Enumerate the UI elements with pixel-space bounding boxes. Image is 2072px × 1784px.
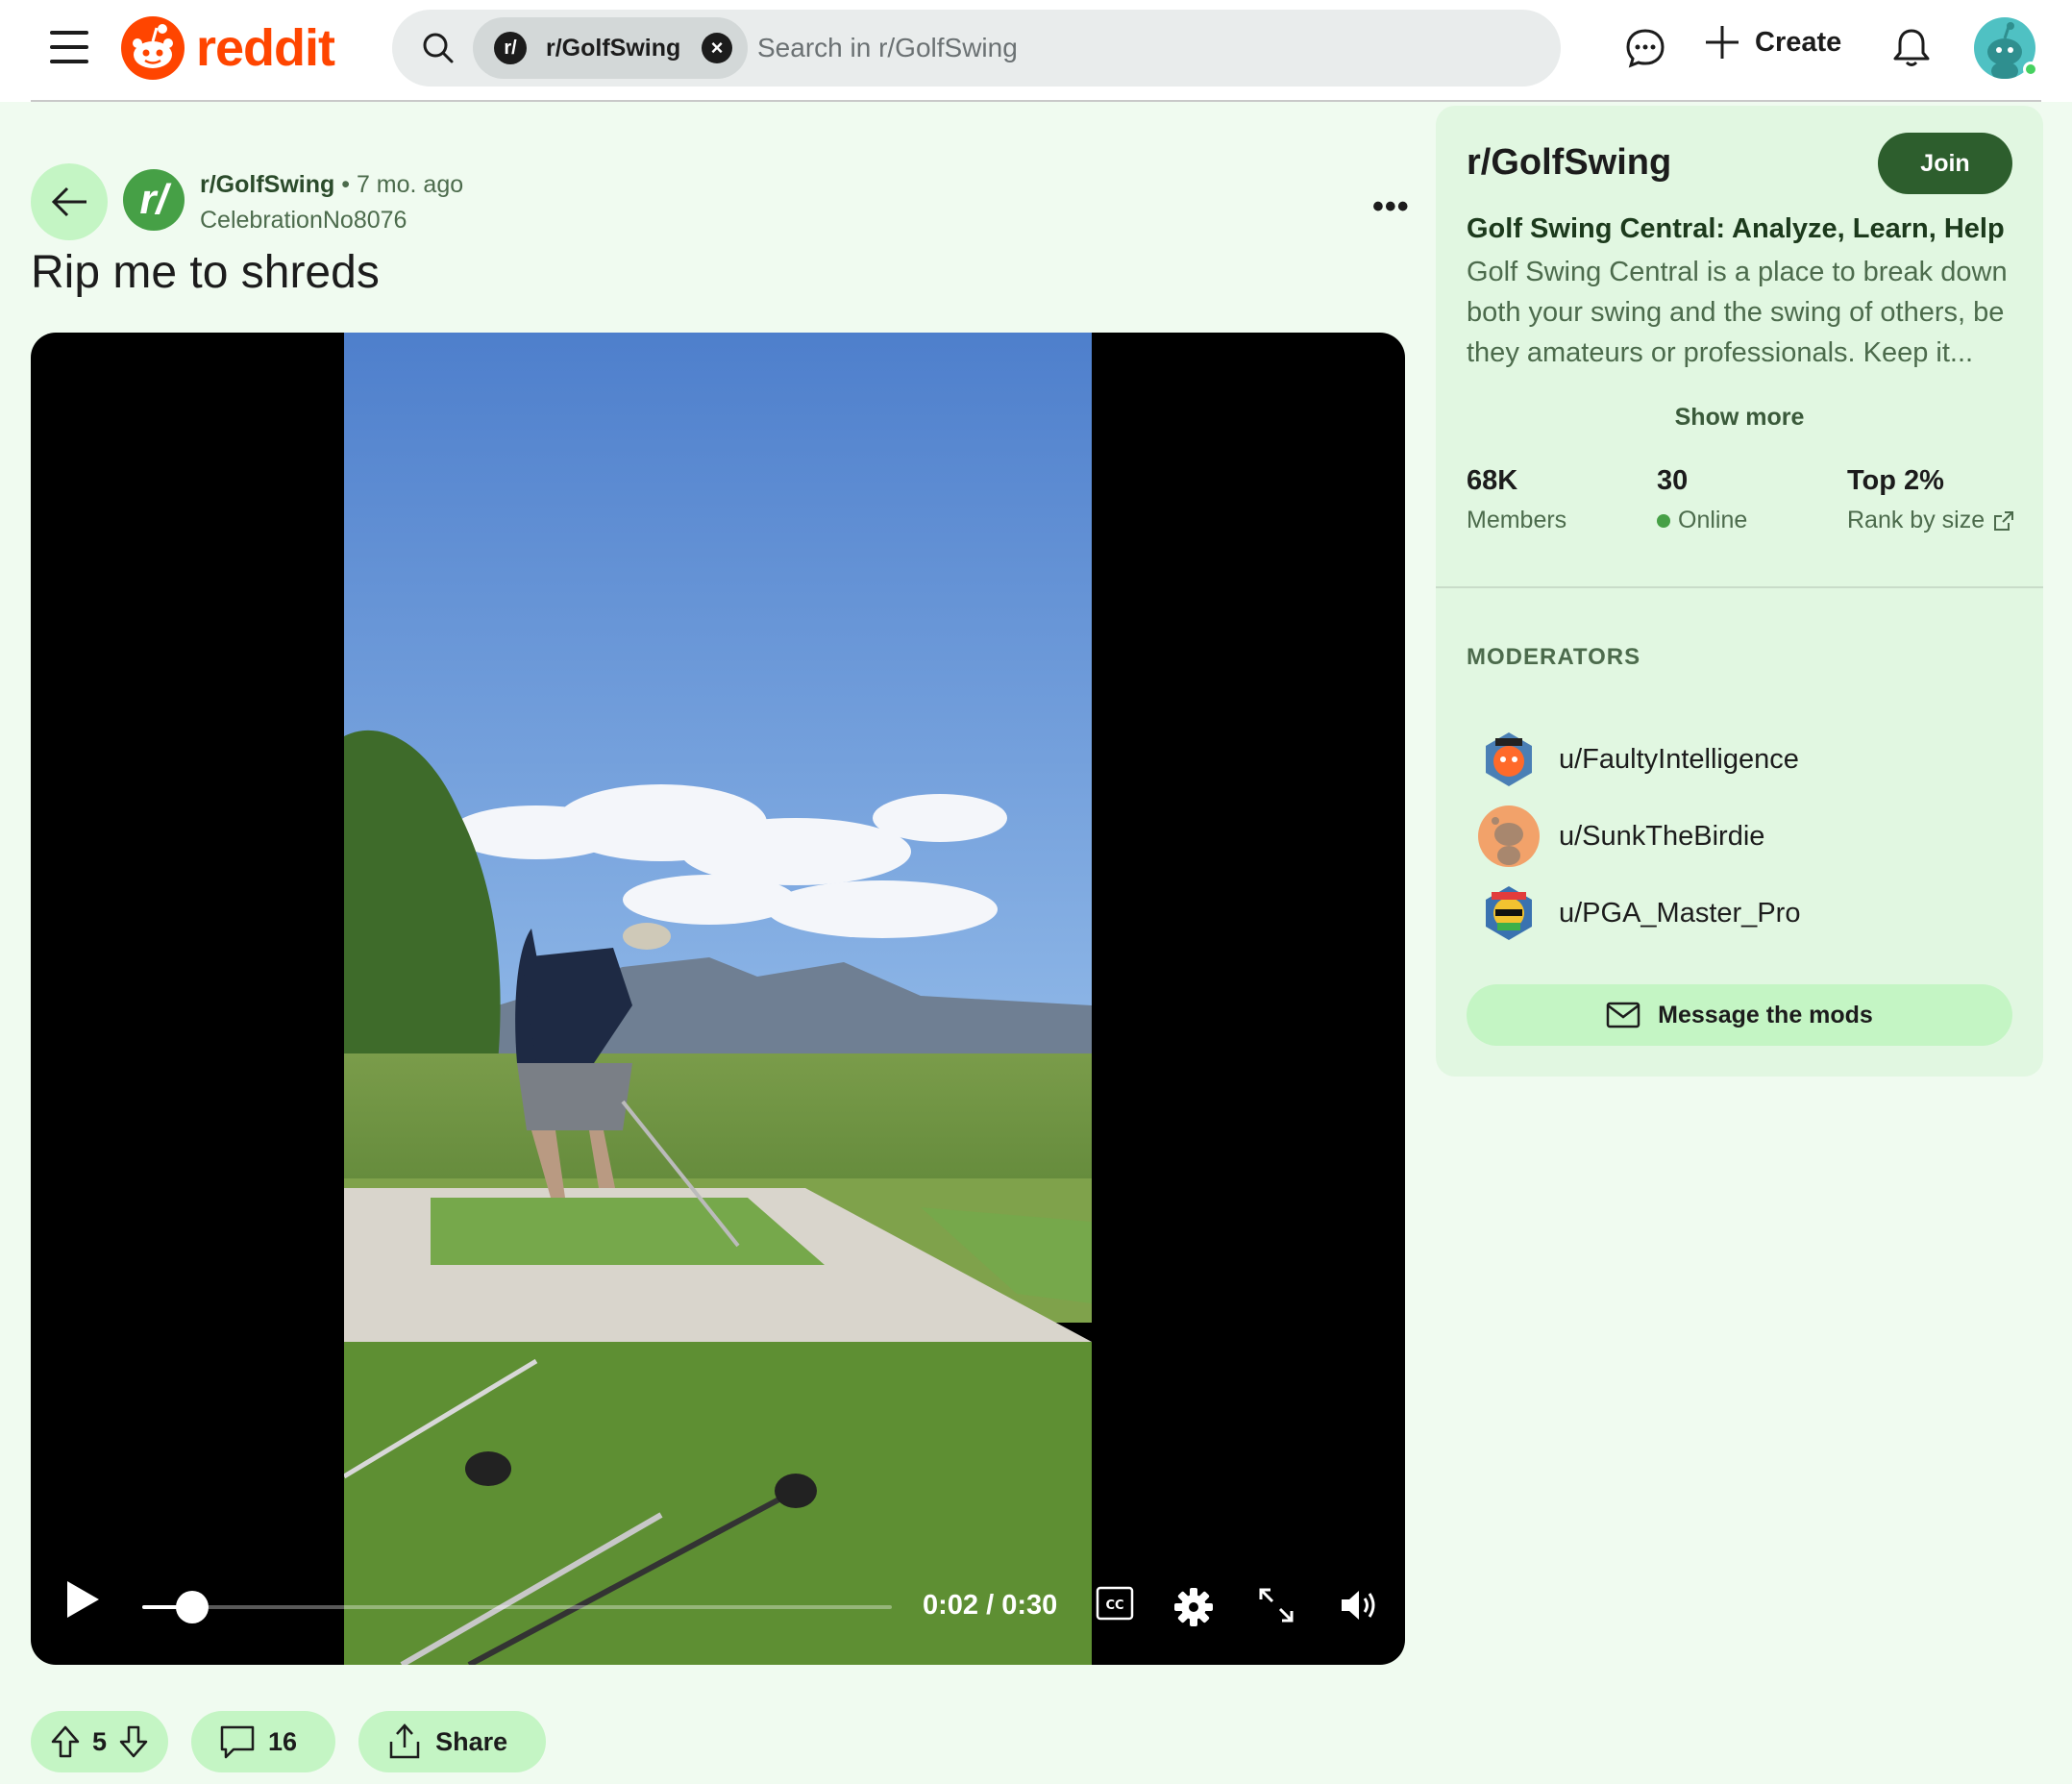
message-mods-button[interactable]: Message the mods <box>1467 984 2012 1046</box>
search-scope-chip[interactable]: r/ r/GolfSwing × <box>473 17 748 79</box>
post-title: Rip me to shreds <box>31 247 380 298</box>
settings-gear-icon[interactable] <box>1172 1586 1215 1628</box>
share-label: Share <box>435 1726 508 1756</box>
post-age: 7 mo. ago <box>356 171 464 198</box>
reddit-snoo-icon <box>121 16 185 80</box>
subreddit-link[interactable]: r/GolfSwing <box>200 171 334 198</box>
members-stat: 68K Members <box>1467 465 1566 534</box>
online-label-row: Online <box>1657 507 1747 534</box>
menu-icon[interactable] <box>50 31 88 65</box>
moderator-item[interactable]: u/PGA_Master_Pro <box>1478 882 1800 944</box>
show-more-button[interactable]: Show more <box>1436 404 2043 432</box>
online-label: Online <box>1678 507 1748 533</box>
message-mods-label: Message the mods <box>1658 1001 1873 1028</box>
join-button[interactable]: Join <box>1878 133 2012 194</box>
seek-handle[interactable] <box>176 1591 209 1623</box>
community-tagline: Golf Swing Central: Analyze, Learn, Help <box>1467 213 2005 244</box>
search-scope-label: r/GolfSwing <box>546 34 681 62</box>
moderator-item[interactable]: u/FaultyIntelligence <box>1478 729 1799 790</box>
video-time: 0:02 / 0:30 <box>923 1590 1058 1621</box>
subreddit-icon: r/ <box>494 32 527 64</box>
header-divider <box>31 100 2041 102</box>
back-button[interactable] <box>31 163 108 240</box>
rank-stat[interactable]: Top 2% Rank by size <box>1847 465 2015 534</box>
mail-icon <box>1606 1002 1640 1028</box>
community-description: Golf Swing Central is a place to break d… <box>1467 257 2008 368</box>
online-status-dot <box>2023 62 2038 77</box>
moderator-name: u/PGA_Master_Pro <box>1559 897 1801 929</box>
moderators-heading: MODERATORS <box>1467 644 1641 670</box>
subreddit-avatar[interactable]: r/ <box>123 169 185 231</box>
reddit-logo[interactable]: reddit <box>121 16 335 80</box>
upvote-icon[interactable] <box>50 1724 81 1759</box>
downvote-icon[interactable] <box>118 1724 149 1759</box>
snoo-avatar-icon <box>1486 886 1532 940</box>
moderator-avatar <box>1478 882 1540 944</box>
community-sidebar: r/GolfSwing Join Golf Swing Central: Ana… <box>1436 106 2043 1077</box>
top-bar: reddit r/ r/GolfSwing × Search in r/Golf… <box>0 0 2072 102</box>
video-controls: 0:02 / 0:30 CC <box>31 1549 1405 1665</box>
chat-icon[interactable] <box>1624 27 1666 69</box>
snoo-avatar-icon <box>1492 817 1523 865</box>
clear-scope-icon[interactable]: × <box>702 33 732 63</box>
arrow-left-icon <box>51 186 86 217</box>
author-link[interactable]: CelebrationNo8076 <box>200 207 463 235</box>
video-frame <box>344 333 1092 1665</box>
comment-count: 16 <box>268 1726 298 1756</box>
create-label: Create <box>1755 26 1842 58</box>
online-stat: 30 Online <box>1657 465 1747 534</box>
post-actions: 5 16 Share <box>31 1711 547 1772</box>
more-options-button[interactable]: ••• <box>1372 188 1410 226</box>
create-button[interactable]: Create <box>1703 23 1841 62</box>
external-link-icon <box>1994 510 2014 531</box>
moderator-name: u/SunkTheBirdie <box>1559 820 1765 852</box>
seek-bar[interactable] <box>142 1591 892 1623</box>
bell-icon[interactable] <box>1891 27 1932 69</box>
play-icon[interactable] <box>63 1578 102 1621</box>
svg-text:CC: CC <box>1105 1598 1123 1613</box>
captions-icon[interactable]: CC <box>1096 1586 1134 1621</box>
snoo-avatar-icon <box>1486 732 1532 786</box>
community-name: r/GolfSwing <box>1467 142 1672 183</box>
reddit-wordmark: reddit <box>196 19 335 77</box>
members-count: 68K <box>1467 465 1518 496</box>
video-player[interactable]: 0:02 / 0:30 CC <box>31 333 1405 1665</box>
comment-icon <box>220 1725 255 1759</box>
moderator-name: u/FaultyIntelligence <box>1559 743 1799 775</box>
sidebar-divider <box>1436 586 2043 588</box>
online-count: 30 <box>1657 465 1689 496</box>
rank-value: Top 2% <box>1847 465 1944 496</box>
share-icon <box>389 1723 420 1759</box>
search-bar[interactable]: r/ r/GolfSwing × Search in r/GolfSwing <box>392 10 1561 87</box>
plus-icon <box>1706 26 1739 59</box>
online-dot-icon <box>1657 513 1670 528</box>
share-button[interactable]: Share <box>358 1711 547 1772</box>
members-label: Members <box>1467 507 1567 533</box>
rank-label-row: Rank by size <box>1847 507 2015 534</box>
search-icon <box>423 33 454 63</box>
vote-count: 5 <box>92 1726 108 1756</box>
fullscreen-icon[interactable] <box>1257 1586 1295 1624</box>
rank-label: Rank by size <box>1847 507 1986 533</box>
comments-button[interactable]: 16 <box>191 1711 336 1772</box>
moderator-avatar <box>1478 805 1540 867</box>
vote-pill: 5 <box>31 1711 169 1772</box>
post-meta: r/GolfSwing • 7 mo. ago CelebrationNo807… <box>200 171 463 235</box>
search-input[interactable]: Search in r/GolfSwing <box>757 33 1018 63</box>
volume-icon[interactable] <box>1338 1586 1380 1624</box>
meta-separator: • <box>341 171 350 198</box>
moderator-item[interactable]: u/SunkTheBirdie <box>1478 805 1764 867</box>
moderator-avatar <box>1478 729 1540 790</box>
